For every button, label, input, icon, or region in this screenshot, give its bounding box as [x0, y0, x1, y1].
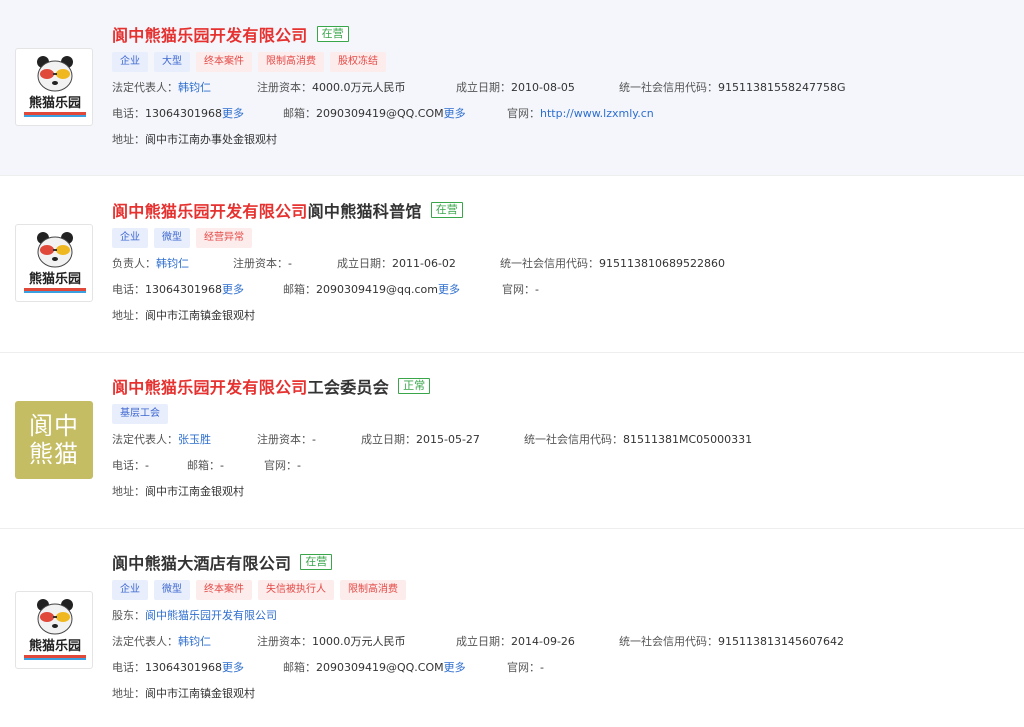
more-phone-link[interactable]: 更多 — [222, 281, 244, 297]
email: - — [220, 458, 224, 472]
tag-chip[interactable]: 基层工会 — [112, 404, 168, 424]
more-phone-link[interactable]: 更多 — [222, 105, 244, 121]
tag-list: 企业 微型 终本案件 失信被执行人 限制高消费 — [112, 580, 1024, 602]
founding-date: 2015-05-27 — [416, 432, 480, 446]
credit-code: 91511381068952286​0 — [599, 256, 725, 270]
company-name-link[interactable]: 阆中熊猫乐园开发有限公司 — [112, 22, 308, 46]
company-name-link[interactable]: 阆中熊猫乐园开发有限公司工会委员会 — [112, 374, 389, 398]
logo-wordmark: 熊猫乐园 — [29, 638, 81, 654]
tag-list: 企业 微型 经营异常 — [112, 228, 1024, 250]
tag-chip[interactable]: 经营异常 — [196, 228, 252, 248]
status-badge: 在营 — [316, 26, 349, 42]
tag-chip[interactable]: 限制高消费 — [340, 580, 406, 600]
address: 阆中市江南镇金银观村 — [145, 309, 255, 322]
panda-icon: 熊猫乐园 — [24, 232, 86, 293]
company-card[interactable]: 熊猫乐园 阆中熊猫乐园开发有限公司 在营 企业 大型 终本案件 限制高消费 股权冻结 法… — [0, 0, 1024, 176]
website-link[interactable]: http://www.lzxmly.cn — [540, 107, 654, 120]
tag-chip[interactable]: 大型 — [154, 52, 190, 72]
panda-logo[interactable]: 熊猫乐园 — [15, 224, 93, 302]
more-email-link[interactable]: 更多 — [444, 659, 466, 675]
tag-chip[interactable]: 终本案件 — [196, 52, 252, 72]
credit-code: 81511381MC05000331 — [623, 432, 753, 446]
phone: 13064301968 — [145, 282, 222, 296]
tag-list: 基层工会 — [112, 404, 1024, 426]
email: 2090309419@QQ.COM — [316, 106, 444, 120]
registered-capital: 1000.0万元人民币 — [312, 635, 406, 648]
panda-icon: 熊猫乐园 — [24, 599, 86, 660]
registered-capital: - — [312, 432, 316, 446]
credit-code: 91511381558247758G — [718, 80, 846, 94]
panda-icon: 熊猫乐园 — [24, 56, 86, 117]
website: - — [535, 282, 539, 296]
tag-chip[interactable]: 企业 — [112, 580, 148, 600]
registered-capital: 4000.0万元人民币 — [312, 81, 406, 94]
phone: 13064301968 — [145, 660, 222, 674]
website: - — [540, 660, 544, 674]
logo-wordmark: 熊猫乐园 — [29, 271, 81, 287]
status-badge: 在营 — [300, 554, 333, 570]
company-card[interactable]: 阆中 熊猫 阆中熊猫乐园开发有限公司工会委员会 正常 基层工会 法定代表人： 张玉… — [0, 353, 1024, 529]
email: 2090309419@qq.com — [316, 282, 438, 296]
legal-rep-link[interactable]: 韩钧仁 — [178, 633, 211, 649]
email: 2090309419@QQ.COM — [316, 660, 444, 674]
credit-code: 915113813145607642 — [718, 634, 844, 648]
registered-capital: - — [288, 256, 292, 270]
tag-chip[interactable]: 企业 — [112, 52, 148, 72]
status-badge: 正常 — [398, 378, 431, 394]
phone: 13064301968 — [145, 106, 222, 120]
tag-chip[interactable]: 股权冻结 — [330, 52, 386, 72]
tag-chip[interactable]: 终本案件 — [196, 580, 252, 600]
tag-chip[interactable]: 企业 — [112, 228, 148, 248]
company-card[interactable]: 熊猫乐园 阆中熊猫乐园开发有限公司阆中熊猫科普馆 在营 企业 微型 经营异常 负责人… — [0, 176, 1024, 353]
founding-date: 2010-08-05 — [511, 80, 575, 94]
company-name-link[interactable]: 阆中熊猫乐园开发有限公司阆中熊猫科普馆 — [112, 198, 422, 222]
shareholder-link[interactable]: 阆中熊猫乐园开发有限公司 — [145, 607, 277, 623]
tag-chip[interactable]: 限制高消费 — [258, 52, 324, 72]
company-name-link[interactable]: 阆中熊猫大酒店有限公司 — [112, 550, 291, 574]
website: - — [297, 458, 301, 472]
more-email-link[interactable]: 更多 — [438, 281, 460, 297]
more-email-link[interactable]: 更多 — [444, 105, 466, 121]
address: 阆中市江南办事处金银观村 — [145, 133, 277, 146]
founding-date: 2011-06-02 — [392, 256, 456, 270]
status-badge: 在营 — [430, 202, 463, 218]
legal-rep-link[interactable]: 韩钧仁 — [178, 79, 211, 95]
tag-chip[interactable]: 微型 — [154, 228, 190, 248]
more-phone-link[interactable]: 更多 — [222, 659, 244, 675]
legal-rep-link[interactable]: 张玉胜 — [178, 431, 211, 447]
company-card[interactable]: 熊猫乐园 阆中熊猫大酒店有限公司 在营 企业 微型 终本案件 失信被执行人 限制高消费 … — [0, 529, 1024, 727]
logo-wordmark: 熊猫乐园 — [29, 95, 81, 111]
address: 阆中市江南金银观村 — [145, 485, 244, 498]
panda-logo[interactable]: 熊猫乐园 — [15, 48, 93, 126]
address: 阆中市江南镇金银观村 — [145, 687, 255, 700]
founding-date: 2014-09-26 — [511, 634, 575, 648]
tag-list: 企业 大型 终本案件 限制高消费 股权冻结 — [112, 52, 1024, 74]
phone: - — [145, 458, 149, 472]
legal-rep-link[interactable]: 韩钧仁 — [156, 255, 189, 271]
tag-chip[interactable]: 失信被执行人 — [258, 580, 334, 600]
panda-logo[interactable]: 熊猫乐园 — [15, 591, 93, 669]
tag-chip[interactable]: 微型 — [154, 580, 190, 600]
text-logo[interactable]: 阆中 熊猫 — [15, 401, 93, 479]
